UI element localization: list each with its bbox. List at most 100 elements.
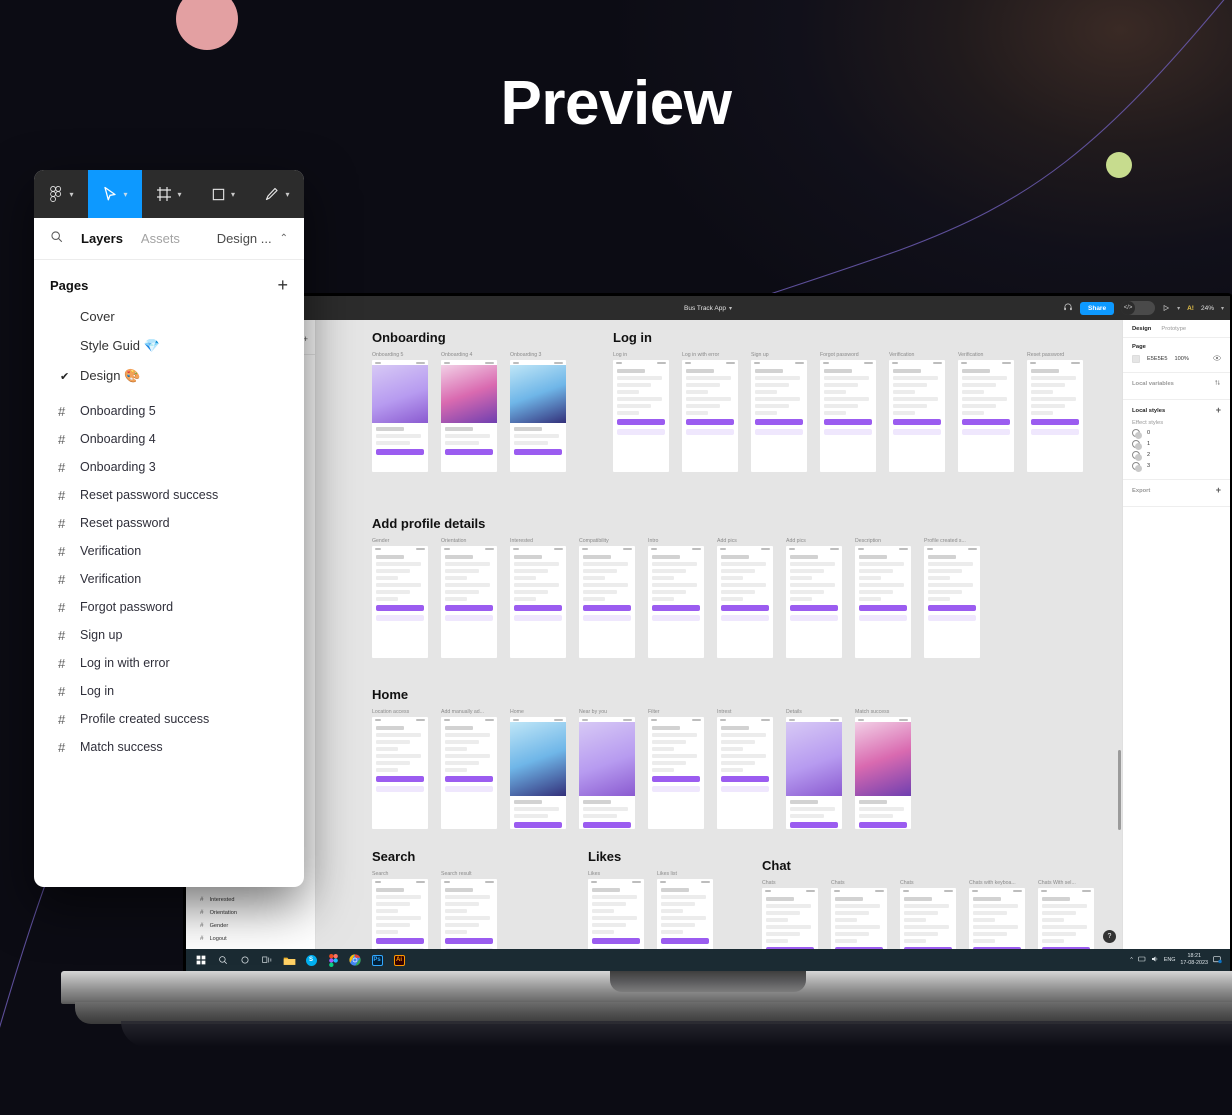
artboard-label[interactable]: Chats — [762, 880, 818, 886]
list-item[interactable]: # Profile created success — [34, 705, 304, 733]
artboard-frame[interactable] — [613, 360, 669, 472]
volume-icon[interactable] — [1151, 955, 1159, 965]
chrome-icon[interactable] — [344, 949, 366, 971]
list-item[interactable]: # Log in — [34, 677, 304, 705]
artboard-label[interactable]: Verification — [889, 352, 945, 358]
artboard-frame[interactable] — [1027, 360, 1083, 472]
sliders-icon[interactable] — [1214, 379, 1221, 388]
artboard-label[interactable]: Chats with keyboa... — [969, 880, 1025, 886]
list-item[interactable]: # Onboarding 5 — [34, 397, 304, 425]
figma-menu-icon[interactable]: ▾ — [34, 170, 88, 218]
page-item-style-guid[interactable]: Style Guid 💎 — [34, 331, 304, 361]
artboard-label[interactable]: Search — [372, 871, 428, 877]
search-icon[interactable] — [50, 230, 63, 248]
list-item[interactable]: 0 — [1132, 429, 1221, 439]
artboard-frame[interactable] — [831, 888, 887, 949]
artboard-label[interactable]: Log in — [613, 352, 669, 358]
artboard[interactable]: Home — [510, 709, 566, 829]
pen-tool-icon[interactable]: ▾ — [250, 170, 304, 218]
page-item-design[interactable]: ✔ Design 🎨 — [34, 361, 304, 391]
artboard-label[interactable]: Match success — [855, 709, 911, 715]
artboard[interactable]: Orientation — [441, 538, 497, 658]
artboard[interactable]: Chats — [900, 880, 956, 949]
artboard-label[interactable]: Add pics — [717, 538, 773, 544]
artboard[interactable]: Gender — [372, 538, 428, 658]
artboard-label[interactable]: Forgot password — [820, 352, 876, 358]
list-item[interactable]: 3 — [1132, 462, 1221, 472]
file-explorer-icon[interactable] — [278, 949, 300, 971]
artboard-frame[interactable] — [855, 717, 911, 829]
artboard[interactable]: Intrest — [717, 709, 773, 829]
figma-icon[interactable] — [322, 949, 344, 971]
artboard[interactable]: Search — [372, 871, 428, 949]
page-fill-row[interactable]: E5E5E5 100% — [1132, 355, 1221, 363]
artboard-frame[interactable] — [786, 717, 842, 829]
artboard[interactable]: Log in with error — [682, 352, 738, 472]
list-item[interactable]: # Verification — [34, 565, 304, 593]
artboard-label[interactable]: Chats With sel... — [1038, 880, 1094, 886]
artboard-label[interactable]: Description — [855, 538, 911, 544]
eye-icon[interactable] — [1213, 355, 1221, 363]
artboard[interactable]: Onboarding 4 — [441, 352, 497, 472]
list-item[interactable]: # Onboarding 3 — [34, 453, 304, 481]
present-chevron-icon[interactable]: ▾ — [1177, 305, 1180, 312]
notifications-icon[interactable] — [1213, 955, 1222, 966]
list-item[interactable]: # Forgot password — [34, 593, 304, 621]
artboard-frame[interactable] — [958, 360, 1014, 472]
artboard[interactable]: Compatibility — [579, 538, 635, 658]
list-item[interactable]: 1 — [1132, 440, 1221, 450]
task-view-icon[interactable] — [256, 949, 278, 971]
artboard-frame[interactable] — [855, 546, 911, 658]
start-icon[interactable] — [190, 949, 212, 971]
tab-design[interactable]: Design ... ⌃ — [217, 231, 288, 246]
artboard-label[interactable]: Likes — [588, 871, 644, 877]
artboard[interactable]: Chats With sel... — [1038, 880, 1094, 949]
artboard-label[interactable]: Verification — [958, 352, 1014, 358]
artboard[interactable]: Details — [786, 709, 842, 829]
list-item[interactable]: # Sign up — [34, 621, 304, 649]
artboard[interactable]: Verification — [889, 352, 945, 472]
frame-tool-icon[interactable]: ▾ — [142, 170, 196, 218]
move-tool-icon[interactable]: ▾ — [88, 170, 142, 218]
artboard[interactable]: Likes list — [657, 871, 713, 949]
artboard[interactable]: Onboarding 3 — [510, 352, 566, 472]
artboard-label[interactable]: Interested — [510, 538, 566, 544]
artboard-frame[interactable] — [579, 717, 635, 829]
figma-canvas[interactable]: Onboarding Onboarding 5 Onboarding 4 Onboar… — [316, 320, 1122, 949]
shape-tool-icon[interactable]: ▾ — [196, 170, 250, 218]
artboard[interactable]: Profile created s... — [924, 538, 980, 658]
artboard[interactable]: Add pics — [786, 538, 842, 658]
artboard[interactable]: Reset password — [1027, 352, 1083, 472]
ai-badge[interactable]: A! — [1187, 305, 1194, 312]
artboard-frame[interactable] — [924, 546, 980, 658]
artboard[interactable]: Near by you — [579, 709, 635, 829]
artboard-label[interactable]: Onboarding 3 — [510, 352, 566, 358]
tab-assets[interactable]: Assets — [141, 231, 180, 246]
zoom-chevron-icon[interactable]: ▾ — [1221, 305, 1224, 312]
artboard-frame[interactable] — [372, 360, 428, 472]
artboard[interactable]: Add pics — [717, 538, 773, 658]
list-item[interactable]: 2 — [1132, 451, 1221, 461]
artboard-frame[interactable] — [372, 717, 428, 829]
artboard[interactable]: Log in — [613, 352, 669, 472]
artboard-frame[interactable] — [751, 360, 807, 472]
artboard-label[interactable]: Intro — [648, 538, 704, 544]
artboard-label[interactable]: Reset password — [1027, 352, 1083, 358]
artboard-frame[interactable] — [969, 888, 1025, 949]
artboard-frame[interactable] — [717, 546, 773, 658]
artboard[interactable]: Match success — [855, 709, 911, 829]
artboard[interactable]: Forgot password — [820, 352, 876, 472]
color-swatch[interactable] — [1132, 355, 1140, 363]
artboard-frame[interactable] — [372, 546, 428, 658]
list-item[interactable]: # Orientation — [186, 906, 315, 919]
tab-prototype[interactable]: Prototype — [1161, 326, 1186, 332]
cortana-icon[interactable] — [234, 949, 256, 971]
zoom-level-label[interactable]: 24% — [1201, 305, 1214, 312]
list-item[interactable]: # Reset password success — [34, 481, 304, 509]
language-indicator[interactable]: ENG — [1164, 957, 1176, 963]
artboard-label[interactable]: Intrest — [717, 709, 773, 715]
add-style-button[interactable]: + — [1216, 406, 1221, 415]
artboard-label[interactable]: Likes list — [657, 871, 713, 877]
artboard-frame[interactable] — [579, 546, 635, 658]
canvas-scrollbar[interactable] — [1118, 750, 1121, 830]
